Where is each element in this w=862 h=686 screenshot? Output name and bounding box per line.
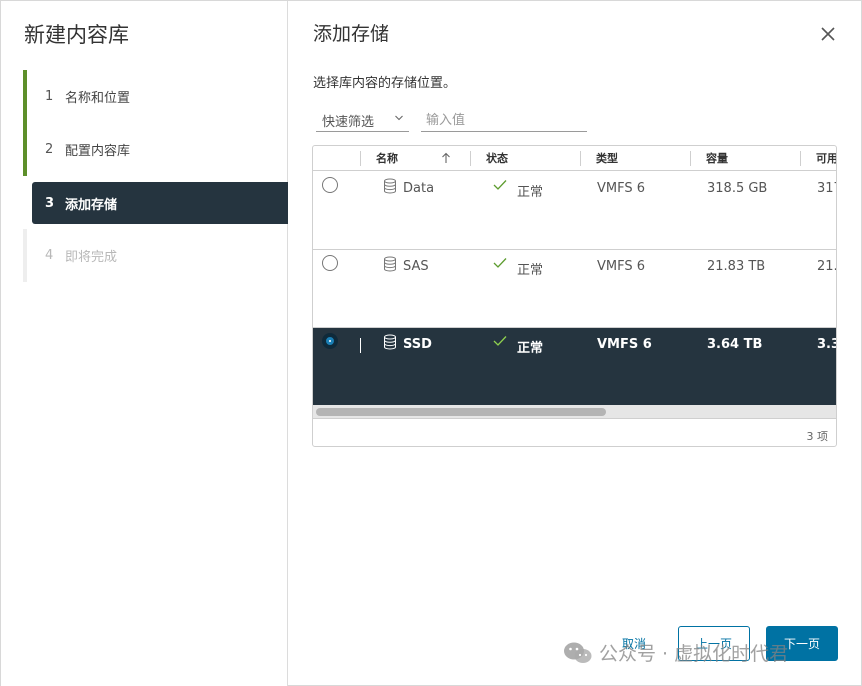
status-text: 正常: [517, 341, 544, 356]
cancel-button[interactable]: 取消: [599, 626, 669, 661]
step-label: 配置内容库: [65, 144, 131, 159]
check-icon: [493, 258, 507, 268]
column-header-free[interactable]: 可用: [801, 146, 836, 171]
close-icon[interactable]: [819, 25, 837, 43]
step-number: 2: [45, 142, 54, 157]
capacity-text: 21.83 TB: [707, 259, 766, 274]
quick-filter-dropdown[interactable]: 快速筛选: [316, 109, 409, 132]
datastore-icon: [384, 256, 396, 272]
table-row[interactable]: Data 正常 VMFS 6 318.5 GB 317: [313, 172, 836, 250]
row-radio[interactable]: [322, 255, 338, 271]
wizard-step-configure-library[interactable]: 2 配置内容库: [23, 123, 288, 176]
wizard-step-add-storage[interactable]: 3 添加存储: [32, 182, 288, 224]
table-row-selected[interactable]: SSD 正常 VMFS 6 3.64 TB 3.3: [313, 328, 836, 406]
new-content-library-dialog: 新建内容库 1 名称和位置 2 配置内容库 3 添加存储 4 即将完成 添加存储…: [0, 0, 862, 686]
scrollbar-thumb[interactable]: [316, 408, 606, 416]
datastore-icon: [384, 334, 396, 350]
step-progress-bar: [23, 123, 27, 176]
arrow-up-icon[interactable]: [441, 152, 451, 164]
wizard-step-ready-to-complete: 4 即将完成: [23, 229, 288, 282]
quick-filter-label: 快速筛选: [322, 115, 375, 130]
grid-viewport: 名称 状态 类型 容量 可用 Data 正常 VMFS 6 318.5 GB 3…: [313, 146, 836, 418]
table-row[interactable]: SAS 正常 VMFS 6 21.83 TB 21.8: [313, 250, 836, 328]
grid-footer: 3 项: [313, 418, 836, 446]
step-number: 3: [45, 195, 55, 211]
wizard-step-name-location[interactable]: 1 名称和位置: [23, 70, 288, 123]
column-header-name[interactable]: 名称: [361, 146, 398, 171]
capacity-text: 3.64 TB: [707, 337, 763, 352]
datastore-name: Data: [403, 181, 435, 196]
wizard-step-list: 1 名称和位置 2 配置内容库 3 添加存储 4 即将完成: [23, 70, 288, 282]
check-icon: [493, 336, 507, 346]
row-radio-checked[interactable]: [322, 333, 338, 349]
free-text: 3.3: [817, 337, 836, 352]
previous-button[interactable]: 上一页: [678, 626, 750, 661]
datastore-name: SAS: [403, 259, 429, 274]
step-label: 名称和位置: [65, 91, 131, 106]
column-header-type[interactable]: 类型: [581, 146, 618, 171]
free-text: 317: [817, 181, 836, 196]
step-number: 1: [45, 89, 54, 104]
step-label: 添加存储: [65, 197, 118, 213]
capacity-text: 318.5 GB: [707, 181, 768, 196]
row-radio[interactable]: [322, 177, 338, 193]
grid-header: 名称 状态 类型 容量 可用: [313, 146, 836, 171]
step-number: 4: [45, 248, 54, 263]
step-label: 即将完成: [65, 250, 118, 265]
type-text: VMFS 6: [597, 259, 646, 274]
chevron-down-icon: [395, 115, 403, 121]
column-header-capacity[interactable]: 容量: [691, 146, 728, 171]
step-progress-bar: [23, 70, 27, 123]
free-text: 21.8: [817, 259, 836, 274]
page-title: 添加存储: [313, 23, 390, 45]
status-text: 正常: [517, 263, 544, 278]
horizontal-scrollbar[interactable]: [313, 405, 836, 418]
page-subtitle: 选择库内容的存储位置。: [313, 76, 457, 91]
next-button[interactable]: 下一页: [766, 626, 838, 661]
step-progress-bar: [23, 229, 27, 282]
filter-value-input[interactable]: [421, 109, 587, 132]
column-header-status[interactable]: 状态: [471, 146, 508, 171]
add-storage-panel: 添加存储 选择库内容的存储位置。 快速筛选 名称 状态 类型 容量: [289, 1, 862, 686]
wizard-steps-panel: 新建内容库 1 名称和位置 2 配置内容库 3 添加存储 4 即将完成: [1, 1, 288, 686]
item-count: 3 项: [806, 430, 829, 443]
datastore-name: SSD: [403, 337, 432, 352]
wizard-title: 新建内容库: [24, 23, 129, 47]
datastore-grid: 名称 状态 类型 容量 可用 Data 正常 VMFS 6 318.5 GB 3…: [312, 145, 837, 447]
check-icon: [493, 180, 507, 190]
type-text: VMFS 6: [597, 337, 652, 352]
status-text: 正常: [517, 185, 544, 200]
column-separator: [360, 338, 361, 353]
datastore-icon: [384, 178, 396, 194]
type-text: VMFS 6: [597, 181, 646, 196]
